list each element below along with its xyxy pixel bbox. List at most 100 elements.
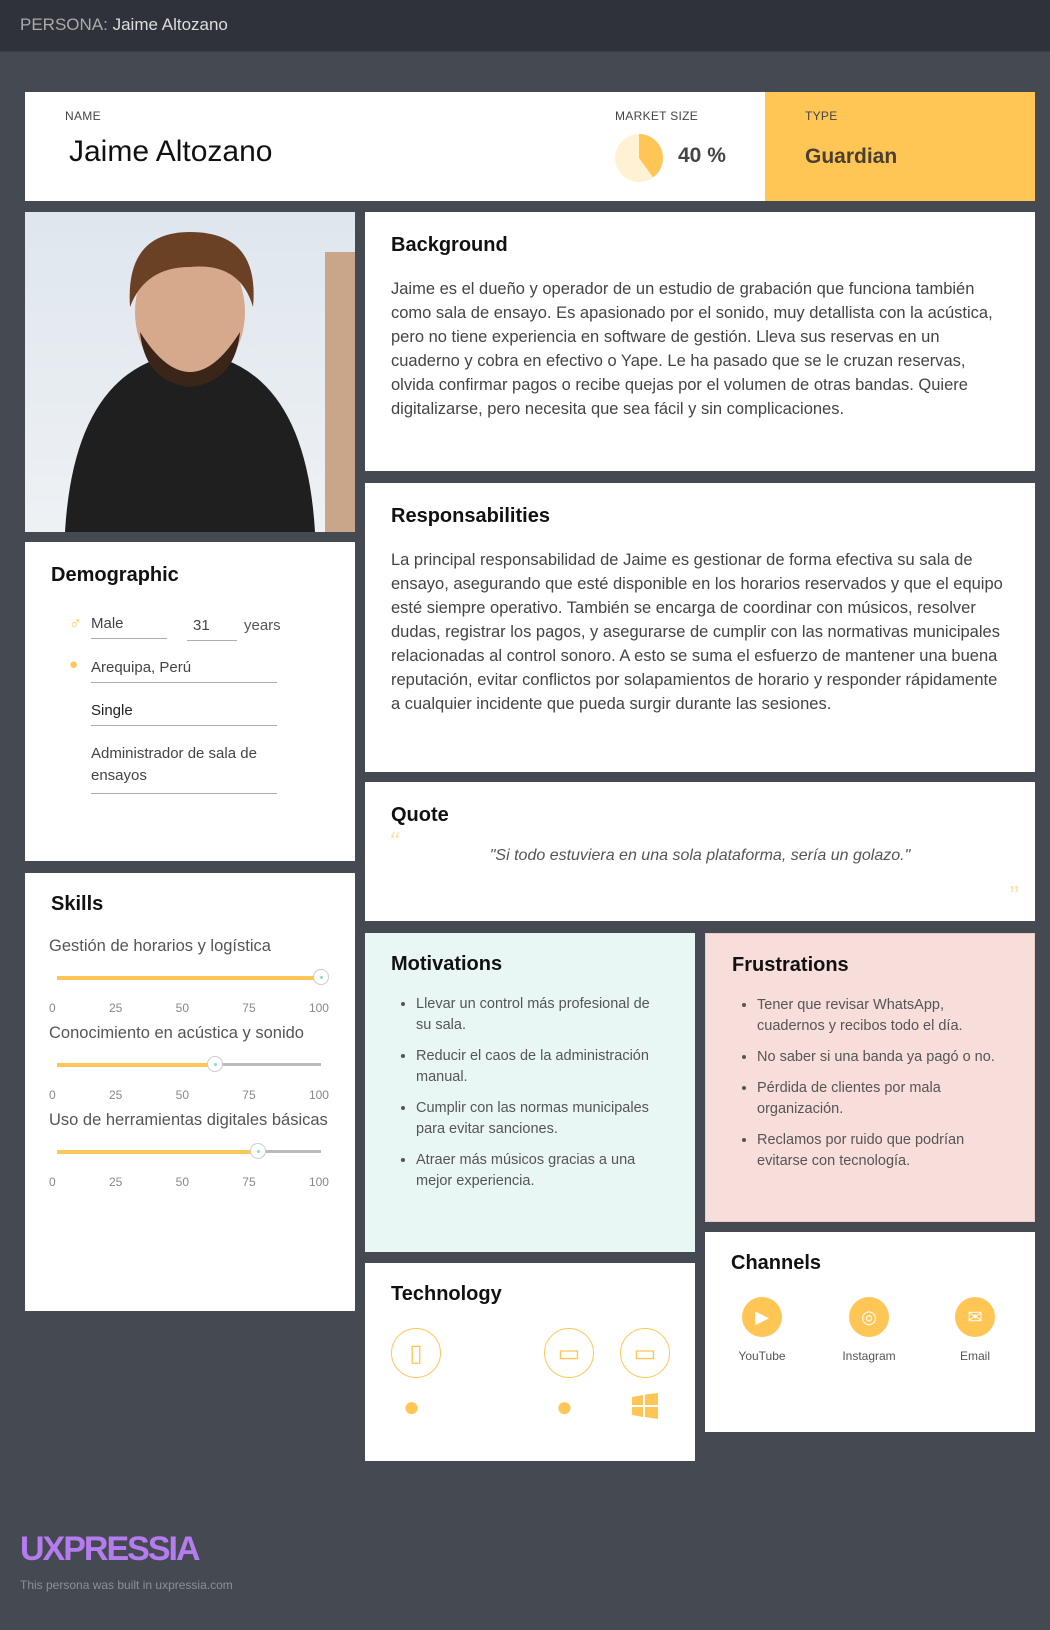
background-card: Background Jaime es el dueño y operador … <box>365 212 1035 471</box>
slider-handle[interactable] <box>207 1056 224 1072</box>
skill-ticks: 0 25 50 75 100 <box>49 1088 329 1102</box>
age-unit: years <box>244 617 281 634</box>
skill-fill <box>57 1063 216 1067</box>
skill-slider[interactable] <box>57 969 329 985</box>
motivations-item: Reducir el caos de la administración man… <box>416 1046 669 1088</box>
name-card: NAME Jaime Altozano MARKET SIZE 40 % TYP… <box>25 92 1035 201</box>
skills-title: Skills <box>51 893 104 915</box>
background-title: Background <box>391 234 508 256</box>
frustrations-list: Tener que revisar WhatsApp, cuadernos y … <box>732 995 1008 1172</box>
gender-field[interactable]: Male <box>91 615 167 639</box>
footer-note: This persona was built in uxpressia.com <box>20 1578 233 1592</box>
persona-photo <box>25 212 355 532</box>
close-quote-icon: ” <box>1009 880 1019 911</box>
skill-label: Conocimiento en acústica y sonido <box>49 1024 304 1042</box>
instagram-icon: ◎ <box>849 1297 889 1337</box>
smartphone-icon: ▯ <box>391 1328 441 1378</box>
tick-label: 75 <box>242 1175 256 1189</box>
location-icon: ● <box>69 656 79 673</box>
motivations-list: Llevar un control más profesional de su … <box>391 994 669 1192</box>
frustrations-item: Pérdida de clientes por mala organizació… <box>757 1078 1008 1120</box>
tick-label: 0 <box>49 1175 56 1189</box>
demographic-title: Demographic <box>51 564 179 586</box>
technology-title: Technology <box>391 1283 502 1305</box>
status-field[interactable]: Single <box>91 702 277 726</box>
open-quote-icon: “ <box>389 826 399 857</box>
persona-photo-image <box>65 232 355 532</box>
responsibilities-card: Responsabilities La principal responsabi… <box>365 483 1035 772</box>
location-field[interactable]: Arequipa, Perú <box>91 659 277 683</box>
market-size-value: 40 % <box>678 144 726 167</box>
skill-slider[interactable] <box>57 1143 321 1159</box>
channel-label: Email <box>959 1349 990 1363</box>
top-bar: PERSONA: Jaime Altozano <box>0 0 1050 52</box>
channels-card: Channels ▶ YouTube ◎ Instagram ✉ Email <box>705 1232 1035 1432</box>
skill-fill <box>57 1150 258 1154</box>
channels-title: Channels <box>731 1252 822 1274</box>
channel-label: YouTube <box>738 1349 786 1363</box>
tick-label: 100 <box>308 1175 329 1189</box>
quote-title: Quote <box>391 804 449 826</box>
apple-icon: ● <box>403 1391 420 1422</box>
motivations-item: Atraer más músicos gracias a una mejor e… <box>416 1150 669 1192</box>
tick-label: 50 <box>175 1175 189 1189</box>
slider-handle[interactable] <box>313 969 329 985</box>
skills-card: Skills Gestión de horarios y logística 0… <box>25 873 355 1311</box>
demographic-card: Demographic ♂ Male 31 years ● Arequipa, … <box>25 542 355 861</box>
tick-label: 100 <box>308 1088 329 1102</box>
frustrations-title: Frustrations <box>732 954 849 976</box>
tick-label: 50 <box>175 1001 189 1015</box>
tick-label: 0 <box>49 1001 56 1015</box>
tick-label: 25 <box>108 1001 123 1015</box>
motivations-item: Cumplir con las normas municipales para … <box>416 1098 669 1140</box>
persona-title: Jaime Altozano <box>112 15 228 34</box>
skill-fill <box>57 976 321 980</box>
frustrations-item: Reclamos por ruido que podrían evitarse … <box>757 1130 1008 1172</box>
market-size-pie <box>615 134 663 182</box>
windows-icon <box>632 1393 658 1419</box>
quote-text: "Si todo estuviera en una sola plataform… <box>489 847 911 864</box>
channel-email: ✉ Email <box>930 1297 1020 1363</box>
background-text: Jaime es el dueño y operador de un estud… <box>391 280 993 418</box>
type-label: TYPE <box>805 109 838 123</box>
technology-card: Technology ▯ ▭ ▭ ● ● <box>365 1263 695 1461</box>
responsibilities-text: La principal responsabilidad de Jaime es… <box>391 551 1003 713</box>
desktop-icon: ▭ <box>620 1328 670 1378</box>
skill-ticks: 0 25 50 75 100 <box>49 1175 329 1189</box>
tick-label: 0 <box>49 1088 56 1102</box>
skill-item: Conocimiento en acústica y sonido 0 25 50 7… <box>49 1015 329 1102</box>
skill-item: Gestión de horarios y logística 0 25 50 75 1… <box>49 928 329 1015</box>
tick-label: 75 <box>242 1001 256 1015</box>
persona-label: PERSONA: <box>20 15 108 34</box>
name-label: NAME <box>65 109 101 123</box>
male-icon: ♂ <box>69 614 82 633</box>
skill-item: Uso de herramientas digitales básicas 0 2… <box>49 1102 329 1189</box>
type-panel: TYPE Guardian <box>765 92 1035 201</box>
uxpressia-logo[interactable]: UXPRESSIA <box>20 1530 200 1569</box>
frustrations-item: Tener que revisar WhatsApp, cuadernos y … <box>757 995 1008 1037</box>
apple-icon: ● <box>556 1391 573 1422</box>
age-field[interactable]: 31 <box>187 617 237 641</box>
channel-label: Instagram <box>842 1349 896 1363</box>
quote-card: Quote “ "Si todo estuviera en una sola p… <box>365 782 1035 921</box>
tick-label: 50 <box>175 1088 189 1102</box>
motivations-item: Llevar un control más profesional de su … <box>416 994 669 1036</box>
channel-youtube: ▶ YouTube <box>717 1297 807 1363</box>
slider-handle[interactable] <box>249 1143 266 1159</box>
occupation-field[interactable]: Administrador de sala de ensayos <box>91 743 277 794</box>
motivations-title: Motivations <box>391 953 503 975</box>
channel-instagram: ◎ Instagram <box>824 1297 914 1363</box>
youtube-icon: ▶ <box>742 1297 782 1337</box>
tick-label: 25 <box>108 1088 123 1102</box>
motivations-card: Motivations Llevar un control más profes… <box>365 933 695 1252</box>
skill-label: Uso de herramientas digitales básicas <box>49 1111 328 1129</box>
frustrations-card: Frustrations Tener que revisar WhatsApp,… <box>705 933 1035 1222</box>
email-icon: ✉ <box>955 1297 995 1337</box>
responsibilities-title: Responsabilities <box>391 505 550 527</box>
market-size-label: MARKET SIZE <box>615 109 699 123</box>
frustrations-item: No saber si una banda ya pagó o no. <box>757 1047 1008 1068</box>
skill-label: Gestión de horarios y logística <box>49 937 271 955</box>
skill-slider[interactable] <box>57 1056 321 1072</box>
tick-label: 25 <box>108 1175 123 1189</box>
persona-name: Jaime Altozano <box>69 135 273 168</box>
